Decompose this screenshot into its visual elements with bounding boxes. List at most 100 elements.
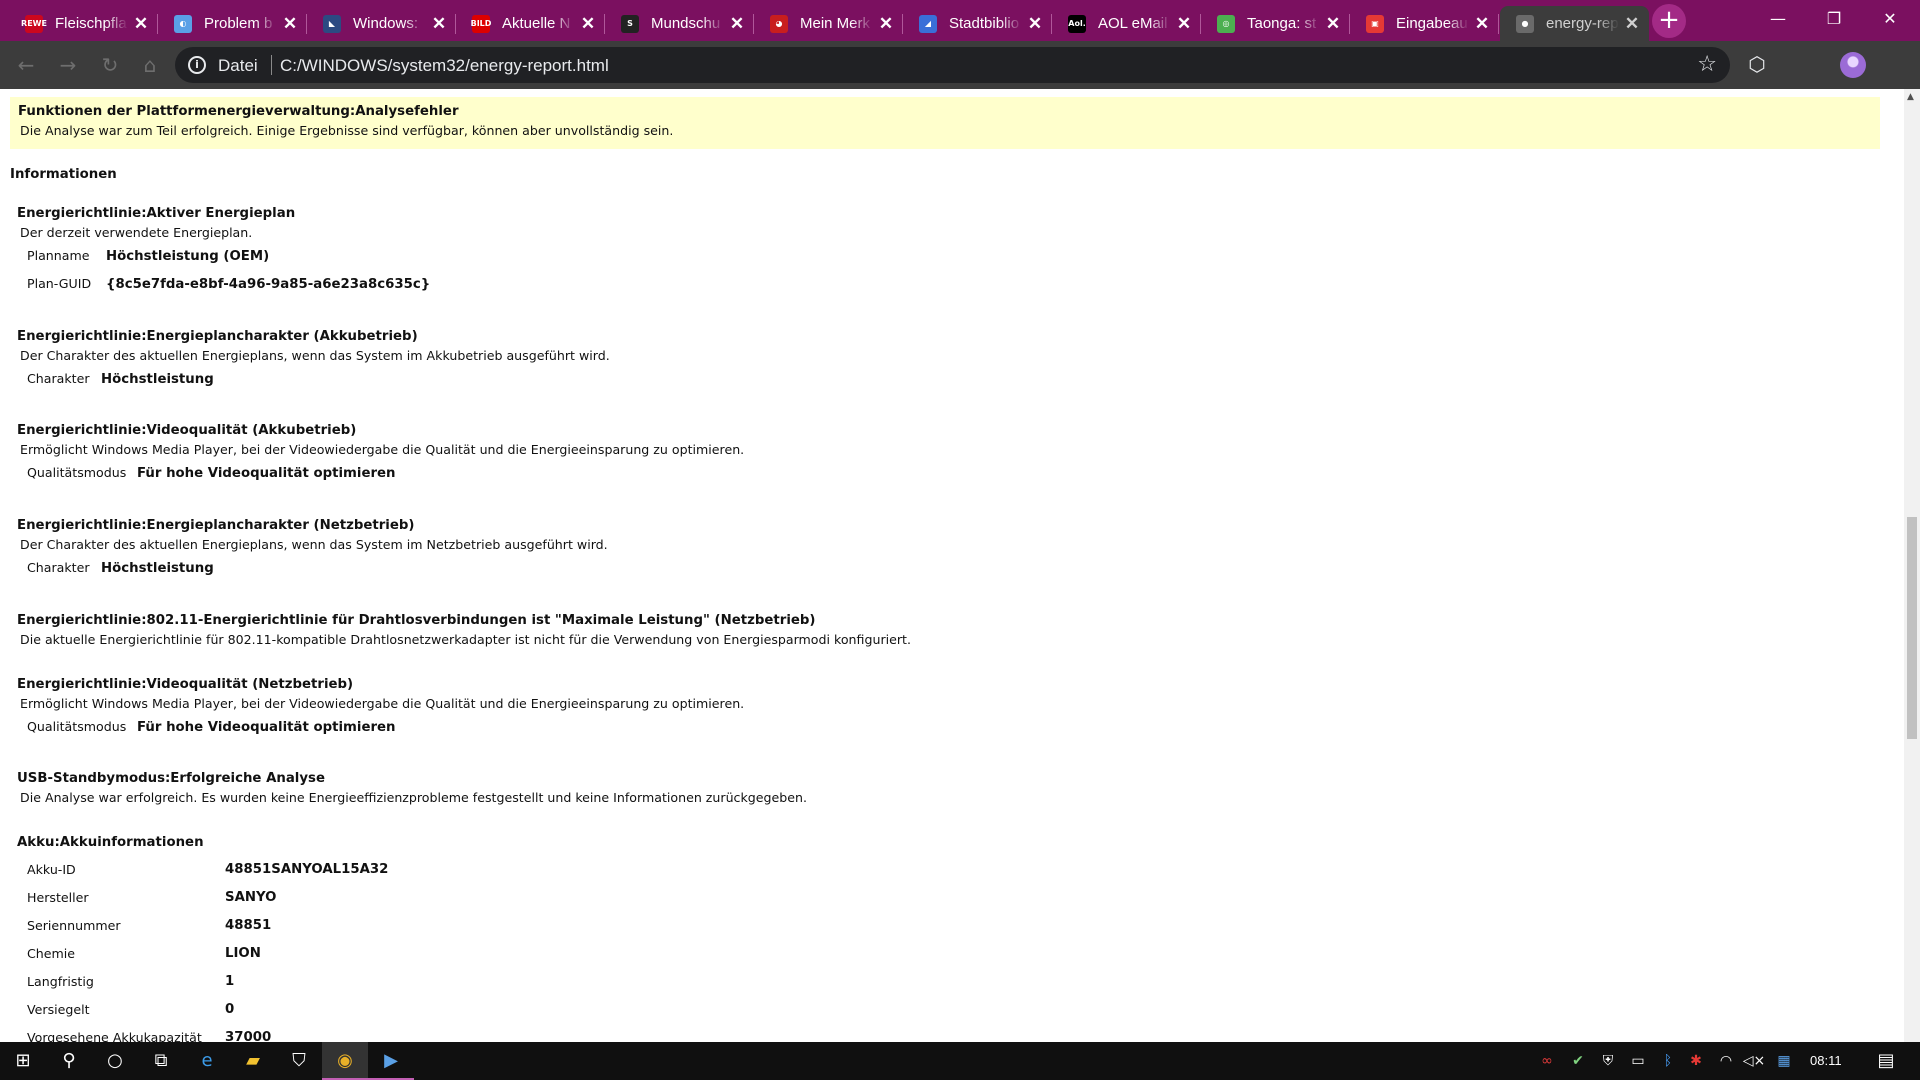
tab-close-icon[interactable]: ✕ bbox=[281, 14, 299, 34]
tab-close-icon[interactable]: ✕ bbox=[1623, 14, 1641, 34]
store-app[interactable]: ⛉ bbox=[276, 1042, 322, 1080]
extension-cube-icon[interactable]: ⬡ bbox=[1744, 52, 1770, 78]
bluetooth-icon[interactable]: ᛒ bbox=[1656, 1042, 1680, 1080]
entry-field: Qualitätsmodus Für hohe Videoqualität opt… bbox=[27, 465, 396, 481]
tab-4[interactable]: S Mundschu ✕ bbox=[605, 6, 754, 41]
field-label: Langfristig bbox=[27, 974, 94, 989]
tab-close-icon[interactable]: ✕ bbox=[1026, 14, 1044, 34]
merkur-icon: ◕ bbox=[770, 14, 788, 33]
tab-9[interactable]: ▣ Eingabeau ✕ bbox=[1350, 6, 1499, 41]
tab-10[interactable]: ● energy-rep ✕ bbox=[1500, 6, 1649, 41]
battery-field: Versiegelt 0 bbox=[27, 1002, 234, 1017]
field-value: SANYO bbox=[225, 890, 277, 905]
tab-close-icon[interactable]: ✕ bbox=[1324, 14, 1342, 34]
back-arrow-icon[interactable]: ← bbox=[12, 51, 40, 79]
entry-description: Die Analyse war erfolgreich. Es wurden k… bbox=[20, 790, 807, 805]
tab-0[interactable]: REWE Fleischpfla ✕ bbox=[9, 6, 158, 41]
entry-description: Die aktuelle Energierichtlinie für 802.1… bbox=[20, 632, 911, 647]
tab-2[interactable]: ◣ Windows: ✕ bbox=[307, 6, 456, 41]
vertical-scrollbar[interactable]: ▲ bbox=[1904, 89, 1920, 1042]
tab-close-icon[interactable]: ✕ bbox=[1473, 14, 1491, 34]
tab-8[interactable]: ◎ Taonga: st ✕ bbox=[1201, 6, 1350, 41]
warning-description: Die Analyse war zum Teil erfolgreich. Ei… bbox=[20, 123, 674, 138]
entry-field: Qualitätsmodus Für hohe Videoqualität opt… bbox=[27, 719, 396, 735]
bookmark-star-icon[interactable]: ☆ bbox=[1697, 52, 1717, 77]
field-label: Charakter bbox=[27, 560, 90, 575]
edge-app[interactable]: e bbox=[184, 1042, 230, 1080]
field-label: Hersteller bbox=[27, 890, 89, 905]
tab-title: Aktuelle N bbox=[502, 15, 575, 32]
field-label: Vorgesehene Akkukapazität bbox=[27, 1030, 202, 1042]
entry-title: USB-Standbymodus:Erfolgreiche Analyse bbox=[17, 771, 325, 786]
field-value: 1 bbox=[225, 974, 235, 989]
aol-icon: Aol. bbox=[1068, 14, 1086, 33]
tab-title: Eingabeau bbox=[1396, 15, 1469, 32]
browser-toolbar: ← → ↻ ⌂ i Datei C:/WINDOWS/system32/ener… bbox=[0, 41, 1920, 89]
notification-center-icon[interactable]: ▤ bbox=[1866, 1042, 1906, 1080]
address-bar[interactable]: i Datei C:/WINDOWS/system32/energy-repor… bbox=[175, 47, 1730, 83]
security-icon[interactable]: ✔ bbox=[1566, 1042, 1590, 1080]
field-value: Höchstleistung bbox=[101, 372, 214, 387]
site-info-icon[interactable]: i bbox=[188, 56, 206, 74]
section-title: Informationen bbox=[10, 167, 117, 182]
start-button[interactable]: ⊞ bbox=[0, 1042, 46, 1080]
tab-3[interactable]: BILD Aktuelle N ✕ bbox=[456, 6, 605, 41]
tab-close-icon[interactable]: ✕ bbox=[132, 14, 150, 34]
tab-close-icon[interactable]: ✕ bbox=[579, 14, 597, 34]
tab-5[interactable]: ◕ Mein Merk ✕ bbox=[754, 6, 903, 41]
close-window-button[interactable]: ✕ bbox=[1862, 0, 1918, 40]
maximize-button[interactable]: ❐ bbox=[1806, 0, 1862, 40]
tab-strip: REWE Fleischpfla ✕ ◐ Problem b ✕ ◣ Windows: ✕ BIL… bbox=[0, 0, 1920, 41]
search-button[interactable]: ⚲ bbox=[46, 1042, 92, 1080]
entry-description: Ermöglicht Windows Media Player, bei der… bbox=[20, 696, 745, 711]
tab-6[interactable]: ◢ Stadtbiblio ✕ bbox=[903, 6, 1052, 41]
home-icon[interactable]: ⌂ bbox=[136, 51, 164, 79]
keyboard-icon[interactable]: ▦ bbox=[1772, 1042, 1796, 1080]
explorer-app[interactable]: ▰ bbox=[230, 1042, 276, 1080]
field-value: Höchstleistung bbox=[101, 561, 214, 576]
wifi-icon[interactable]: ◠ bbox=[1714, 1042, 1738, 1080]
tab-close-icon[interactable]: ✕ bbox=[1175, 14, 1193, 34]
field-label: Chemie bbox=[27, 946, 76, 961]
field-value: {8c5e7fda-e8bf-4a96-9a85-a6e23a8c635c} bbox=[106, 277, 431, 292]
field-label: Qualitätsmodus bbox=[27, 465, 127, 480]
taskbar: 08:11 ▤ ⊞ ⚲ ○ ⧉ e ▰ ⛉ ◉ ▶ ∞ ✔ ⛨ ▭ ᛒ ✱ ◠ ◁× ▦ bbox=[0, 1042, 1920, 1080]
taskbar-clock[interactable]: 08:11 bbox=[1810, 1053, 1842, 1068]
task-view-button[interactable]: ⧉ bbox=[138, 1042, 184, 1080]
entry-field: Charakter Höchstleistung bbox=[27, 560, 214, 576]
tab-title: Stadtbiblio bbox=[949, 15, 1022, 32]
tab-1[interactable]: ◐ Problem b ✕ bbox=[158, 6, 307, 41]
powershell-app[interactable]: ▶ bbox=[368, 1042, 414, 1080]
minimize-button[interactable]: — bbox=[1750, 0, 1806, 40]
battery-field: Chemie LION bbox=[27, 946, 261, 961]
battery-field: Akku-ID 48851SANYOAL15A32 bbox=[27, 862, 388, 877]
new-tab-button[interactable]: + bbox=[1652, 4, 1686, 38]
tab-7[interactable]: Aol. AOL eMail ✕ bbox=[1052, 6, 1201, 41]
scroll-up-arrow-icon[interactable]: ▲ bbox=[1907, 92, 1914, 102]
reload-icon[interactable]: ↻ bbox=[96, 51, 124, 79]
url-text[interactable]: C:/WINDOWS/system32/energy-report.html bbox=[280, 56, 609, 76]
scrollbar-thumb[interactable] bbox=[1907, 517, 1917, 739]
infinity-icon[interactable]: ∞ bbox=[1535, 1042, 1559, 1080]
battery-title: Akku:Akkuinformationen bbox=[17, 835, 204, 850]
profile-avatar[interactable] bbox=[1840, 52, 1866, 78]
forward-arrow-icon[interactable]: → bbox=[54, 51, 82, 79]
tab-title: energy-rep bbox=[1546, 15, 1619, 32]
tab-title: Windows: bbox=[353, 15, 426, 32]
cortana-button[interactable]: ○ bbox=[92, 1042, 138, 1080]
antivirus-icon[interactable]: ✱ bbox=[1684, 1042, 1708, 1080]
tab-close-icon[interactable]: ✕ bbox=[728, 14, 746, 34]
chrome-app[interactable]: ◉ bbox=[322, 1042, 368, 1080]
battery-field: Vorgesehene Akkukapazität 37000 bbox=[27, 1030, 271, 1042]
defender-shield-icon[interactable]: ⛨ bbox=[1596, 1042, 1620, 1080]
tab-close-icon[interactable]: ✕ bbox=[877, 14, 895, 34]
battery-icon[interactable]: ▭ bbox=[1626, 1042, 1650, 1080]
tab-close-icon[interactable]: ✕ bbox=[430, 14, 448, 34]
bild-icon: BILD bbox=[471, 14, 491, 33]
volume-muted-icon[interactable]: ◁× bbox=[1742, 1042, 1766, 1080]
field-value: 48851 bbox=[225, 918, 272, 933]
entry-description: Ermöglicht Windows Media Player, bei der… bbox=[20, 442, 745, 457]
tab-title: Mein Merk bbox=[800, 15, 873, 32]
entry-title: Energierichtlinie:Videoqualität (Akkubet… bbox=[17, 423, 357, 438]
stadtbibliothek-icon: ◢ bbox=[919, 14, 937, 33]
